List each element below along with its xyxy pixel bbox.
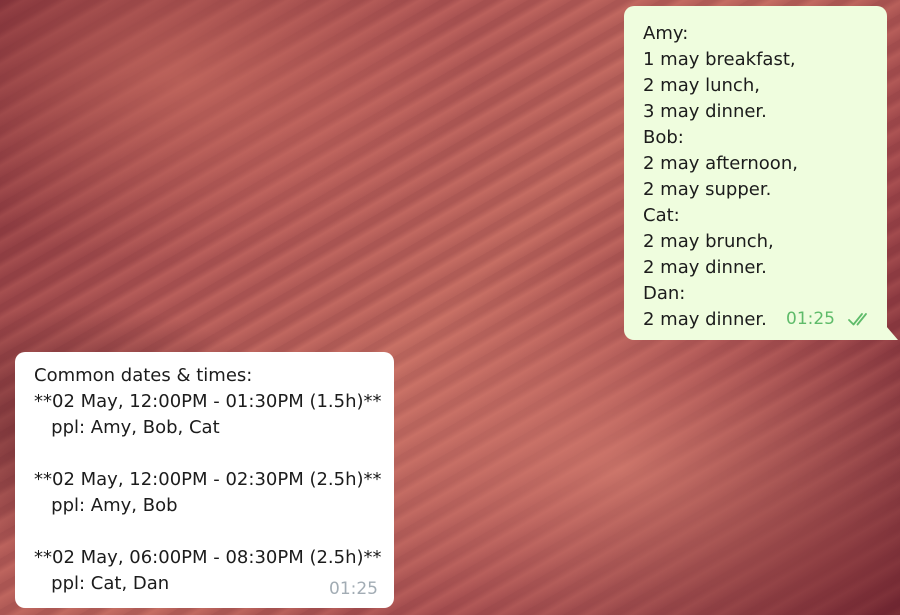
outgoing-message-text: Amy: 1 may breakfast, 2 may lunch, 3 may… (643, 21, 869, 333)
message-meta: 01:25 (329, 576, 378, 602)
message-line: Amy: (643, 23, 689, 44)
message-line: Bob: (643, 127, 684, 148)
message-line: ppl: Amy, Bob, Cat (34, 417, 220, 438)
message-line: 2 may brunch, (643, 231, 774, 252)
incoming-message-bubble[interactable]: Common dates & times: **02 May, 12:00PM … (15, 352, 394, 608)
message-line: **02 May, 12:00PM - 02:30PM (2.5h)** (34, 469, 382, 490)
message-meta: 01:25 (786, 306, 875, 332)
message-line: Cat: (643, 205, 680, 226)
message-time: 01:25 (786, 309, 835, 329)
message-line: 1 may breakfast, (643, 49, 796, 70)
message-time: 01:25 (329, 579, 378, 599)
message-line (34, 441, 382, 467)
message-line: Common dates & times: (34, 365, 253, 386)
incoming-message-text: Common dates & times: **02 May, 12:00PM … (34, 363, 382, 597)
message-line: 2 may afternoon, (643, 153, 798, 174)
message-line: ppl: Amy, Bob (34, 495, 178, 516)
message-line: 3 may dinner. (643, 101, 767, 122)
outgoing-message-bubble[interactable]: Amy: 1 may breakfast, 2 may lunch, 3 may… (624, 6, 887, 340)
double-check-read-icon (847, 310, 875, 328)
message-line: Dan: (643, 283, 686, 304)
message-line: 2 may dinner. (643, 257, 767, 278)
message-line: **02 May, 12:00PM - 01:30PM (1.5h)** (34, 391, 382, 412)
message-line: **02 May, 06:00PM - 08:30PM (2.5h)** (34, 547, 382, 568)
message-line: 2 may supper. (643, 179, 772, 200)
message-line: 2 may lunch, (643, 75, 760, 96)
message-line (34, 519, 382, 545)
